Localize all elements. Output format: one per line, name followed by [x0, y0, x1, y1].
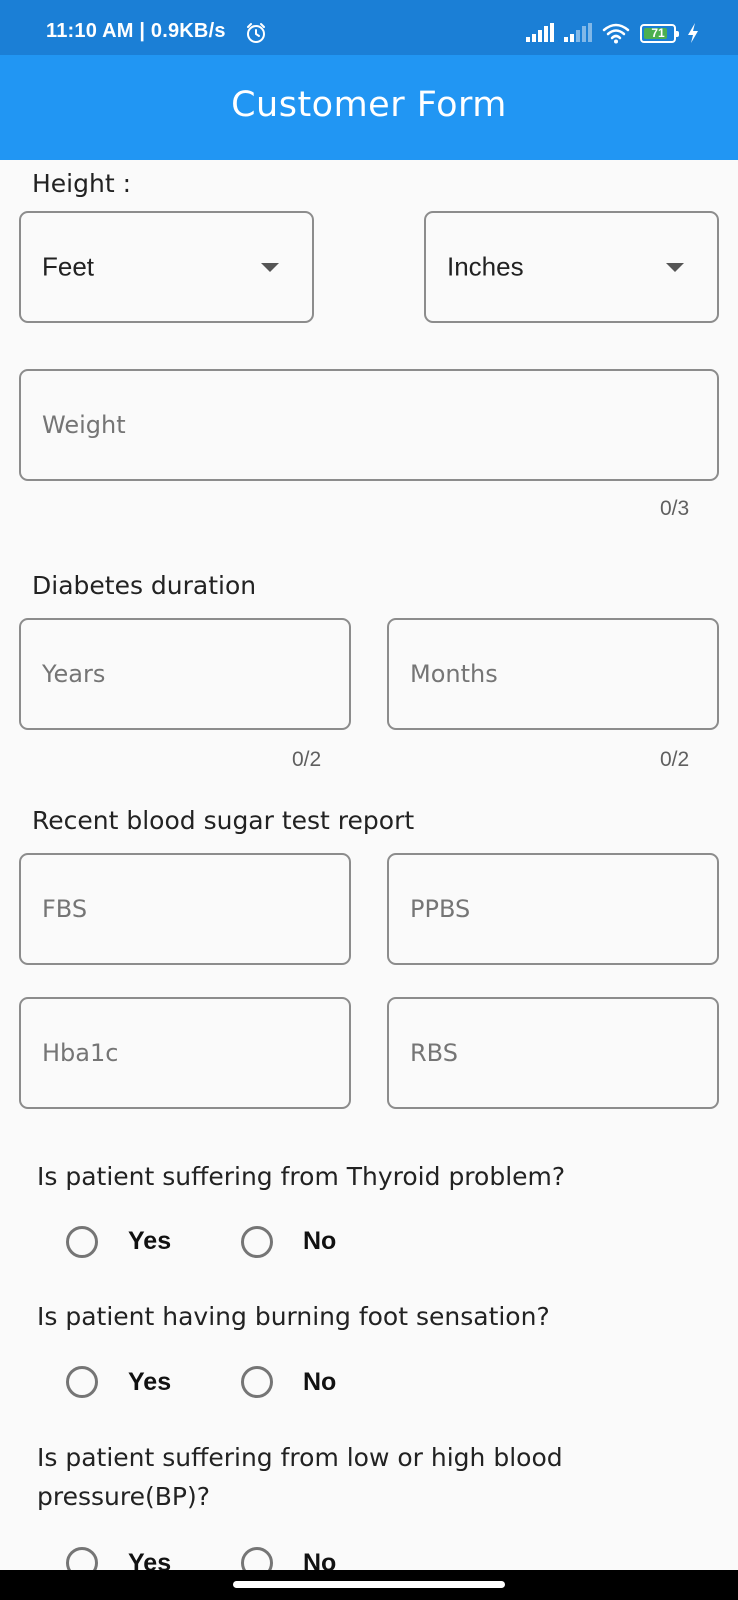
- weight-placeholder: Weight: [42, 411, 126, 439]
- fbs-field[interactable]: FBS: [19, 853, 351, 965]
- ppbs-placeholder: PPBS: [410, 895, 471, 923]
- ppbs-field[interactable]: PPBS: [387, 853, 719, 965]
- battery-icon: 71: [640, 23, 679, 43]
- page-title: Customer Form: [231, 85, 507, 125]
- signal-weak-icon: [564, 23, 592, 42]
- app-bar: Customer Form: [0, 55, 738, 160]
- months-field[interactable]: Months: [387, 618, 719, 730]
- weight-field[interactable]: Weight: [19, 369, 719, 481]
- months-placeholder: Months: [410, 660, 498, 688]
- weight-counter: 0/3: [660, 497, 690, 520]
- height-label: Height :: [32, 169, 132, 198]
- burning-foot-no-radio[interactable]: [241, 1366, 273, 1398]
- signal-icon: [526, 23, 554, 42]
- hba1c-placeholder: Hba1c: [42, 1039, 119, 1067]
- alarm-icon: [247, 23, 265, 43]
- fbs-placeholder: FBS: [42, 895, 88, 923]
- dropdown-arrow-icon: [261, 263, 279, 272]
- feet-dropdown-value: Feet: [42, 251, 95, 282]
- wifi-icon: [602, 23, 630, 44]
- years-field[interactable]: Years: [19, 618, 351, 730]
- months-counter: 0/2: [660, 748, 690, 771]
- burning-foot-no-label[interactable]: No: [303, 1368, 336, 1397]
- battery-level: 71: [651, 26, 665, 40]
- burning-foot-question: Is patient having burning foot sensation…: [37, 1302, 550, 1331]
- burning-foot-yes-label[interactable]: Yes: [128, 1368, 171, 1397]
- status-bar: 11:10 AM | 0.9KB/s 71: [0, 0, 738, 55]
- inches-dropdown[interactable]: Inches: [424, 211, 719, 323]
- status-icons: 71: [526, 22, 700, 44]
- thyroid-no-label[interactable]: No: [303, 1227, 336, 1256]
- diabetes-duration-label: Diabetes duration: [32, 571, 257, 600]
- dropdown-arrow-icon: [666, 263, 684, 272]
- burning-foot-yes-radio[interactable]: [66, 1366, 98, 1398]
- home-indicator[interactable]: [233, 1581, 505, 1588]
- thyroid-question: Is patient suffering from Thyroid proble…: [37, 1162, 566, 1191]
- inches-dropdown-value: Inches: [447, 251, 524, 282]
- rbs-placeholder: RBS: [410, 1039, 458, 1067]
- hba1c-field[interactable]: Hba1c: [19, 997, 351, 1109]
- rbs-field[interactable]: RBS: [387, 997, 719, 1109]
- thyroid-no-radio[interactable]: [241, 1226, 273, 1258]
- thyroid-yes-label[interactable]: Yes: [128, 1227, 171, 1256]
- navigation-bar: [0, 1570, 738, 1600]
- blood-sugar-label: Recent blood sugar test report: [32, 806, 415, 835]
- thyroid-yes-radio[interactable]: [66, 1226, 98, 1258]
- years-counter: 0/2: [292, 748, 322, 771]
- years-placeholder: Years: [42, 660, 106, 688]
- charging-icon: [688, 23, 698, 43]
- feet-dropdown[interactable]: Feet: [19, 211, 314, 323]
- blood-pressure-question: Is patient suffering from low or high bl…: [37, 1443, 563, 1511]
- status-time: 11:10 AM | 0.9KB/s: [46, 20, 226, 42]
